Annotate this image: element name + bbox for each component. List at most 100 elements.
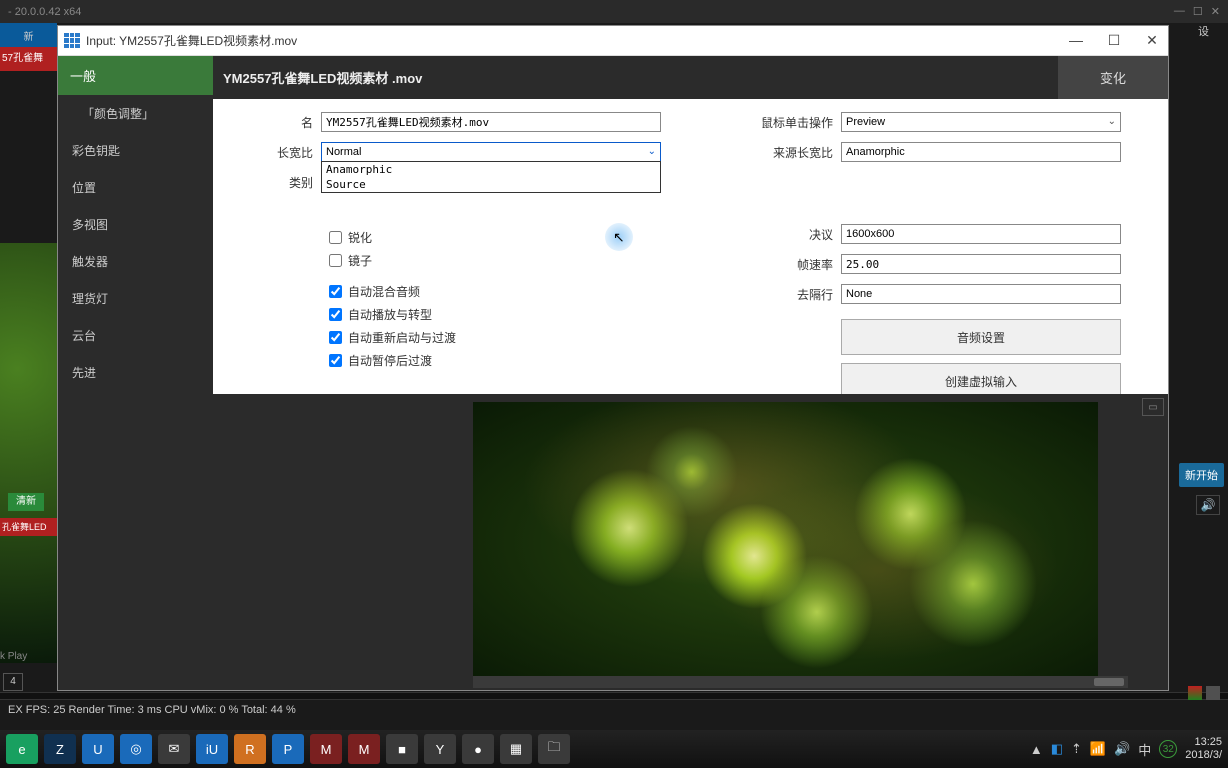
sidebar-item-tally[interactable]: 理货灯	[58, 280, 213, 317]
tray-sound-icon[interactable]: 🔊	[1114, 741, 1130, 757]
resolution-value: 1600x600	[846, 228, 894, 240]
sidebar-item-color-adjust[interactable]: 「颜色调整」	[58, 95, 213, 132]
input-dialog: Input: YM2557孔雀舞LED视频素材.mov — ☐ ✕ 一般 「颜色…	[57, 25, 1169, 691]
app-version: - 20.0.0.42 x64	[8, 6, 81, 18]
content-title: YM2557孔雀舞LED视频素材 .mov	[213, 56, 1058, 99]
source-aspect-select[interactable]: Anamorphic	[841, 142, 1121, 162]
aspect-option-source[interactable]: Source	[322, 177, 660, 192]
mirror-checkbox[interactable]	[329, 254, 342, 267]
dialog-maximize-icon[interactable]: ☐	[1104, 32, 1124, 49]
taskbar-p1-icon[interactable]: P	[272, 734, 304, 764]
mouse-select[interactable]: Preview ⌄	[841, 112, 1121, 132]
autorestart-label: 自动重新启动与过渡	[348, 329, 456, 346]
autoplay-checkbox[interactable]	[329, 308, 342, 321]
aspect-label: 长宽比	[231, 144, 321, 161]
taskbar-clock[interactable]: 13:25 2018/3/	[1185, 736, 1222, 762]
source-aspect-value: Anamorphic	[846, 146, 905, 158]
taskbar-u1-icon[interactable]: U	[82, 734, 114, 764]
autoplay-label: 自动播放与转型	[348, 306, 432, 323]
sound-icon[interactable]: 🔊	[1196, 495, 1220, 515]
mouse-value: Preview	[846, 116, 885, 128]
bg-banner1: 57孔雀舞	[0, 47, 57, 71]
taskbar-r20-icon[interactable]: R	[234, 734, 266, 764]
preview-image	[473, 402, 1098, 682]
taskbar-explorer-icon[interactable]: 🗀	[538, 734, 570, 764]
taskbar-iu-icon[interactable]: iU	[196, 734, 228, 764]
sidebar-item-multiview[interactable]: 多视图	[58, 206, 213, 243]
name-input[interactable]	[321, 112, 661, 132]
fps-input[interactable]	[841, 254, 1121, 274]
clock-date: 2018/3/	[1185, 749, 1222, 762]
dialog-close-icon[interactable]: ✕	[1142, 32, 1162, 49]
settings-tab[interactable]: 设	[1198, 23, 1228, 47]
reset-button[interactable]: 新开始	[1179, 463, 1224, 487]
clock-time: 13:25	[1185, 736, 1222, 749]
chevron-down-icon: ⌄	[648, 146, 656, 157]
sidebar-header-general[interactable]: 一般	[58, 56, 213, 95]
aspect-value: Normal	[326, 146, 361, 158]
mouse-label: 鼠标单击操作	[721, 114, 841, 131]
bg-tab[interactable]: 新	[0, 23, 57, 47]
tray-badge[interactable]: 32	[1159, 740, 1177, 758]
bg-banner2: 孔雀舞LED	[0, 518, 57, 536]
sidebar-item-triggers[interactable]: 触发器	[58, 243, 213, 280]
chevron-down-icon: ⌄	[1108, 116, 1116, 127]
tray-net-icon[interactable]: ⇡	[1071, 741, 1082, 757]
autorestart-checkbox[interactable]	[329, 331, 342, 344]
automix-checkbox[interactable]	[329, 285, 342, 298]
win-minimize-icon[interactable]: —	[1174, 5, 1185, 18]
qingxin-button[interactable]: 清新	[8, 493, 44, 511]
sharpen-checkbox[interactable]	[329, 231, 342, 244]
tray-up-icon[interactable]: ▲	[1030, 742, 1043, 757]
dialog-minimize-icon[interactable]: —	[1066, 32, 1086, 49]
resolution-select[interactable]: 1600x600	[841, 224, 1121, 244]
automix-label: 自动混合音频	[348, 283, 420, 300]
status-bar: EX FPS: 25 Render Time: 3 ms CPU vMix: 0…	[0, 700, 1228, 720]
preview-expand-icon[interactable]: ▭	[1142, 398, 1164, 416]
sidebar-item-ptz[interactable]: 云台	[58, 317, 213, 354]
taskbar-wechat-icon[interactable]: ✉	[158, 734, 190, 764]
taskbar-grid-icon[interactable]: ▦	[500, 734, 532, 764]
name-label: 名	[231, 114, 321, 131]
win-close-icon[interactable]: ✕	[1211, 5, 1220, 18]
tray-ime-icon[interactable]: 中	[1138, 740, 1151, 759]
audio-settings-button[interactable]: 音频设置	[841, 319, 1121, 355]
aspect-option-anamorphic[interactable]: Anamorphic	[322, 162, 660, 177]
footer-meter-icons	[1188, 686, 1220, 700]
sidebar-item-color-key[interactable]: 彩色钥匙	[58, 132, 213, 169]
deinterlace-label: 去隔行	[721, 286, 841, 303]
change-button[interactable]: 变化	[1058, 56, 1168, 99]
source-aspect-label: 来源长宽比	[721, 144, 841, 161]
autopause-checkbox[interactable]	[329, 354, 342, 367]
preview-container: ▭	[213, 394, 1168, 690]
win-maximize-icon[interactable]: ☐	[1193, 5, 1203, 18]
sidebar-item-position[interactable]: 位置	[58, 169, 213, 206]
taskbar-teamviewer-icon[interactable]: ◎	[120, 734, 152, 764]
deinterlace-value: None	[846, 288, 872, 300]
taskbar-edge-icon[interactable]: e	[6, 734, 38, 764]
taskbar-z-icon[interactable]: Z	[44, 734, 76, 764]
preview-scrollbar[interactable]	[473, 676, 1128, 688]
right-background-strip: 设 新开始 🔊	[1169, 23, 1228, 691]
tray-app-icon[interactable]: ◧	[1051, 741, 1063, 757]
aspect-select[interactable]: Normal ⌄ Anamorphic Source	[321, 142, 661, 162]
bottom-number-input[interactable]: 4	[3, 673, 23, 691]
dialog-titlebar[interactable]: Input: YM2557孔雀舞LED视频素材.mov — ☐ ✕	[58, 26, 1168, 56]
taskbar-ma2-icon[interactable]: M	[348, 734, 380, 764]
autopause-label: 自动暂停后过渡	[348, 352, 432, 369]
taskbar-ma1-icon[interactable]: M	[310, 734, 342, 764]
bg-thumbnail	[0, 243, 57, 663]
taskbar-rec-icon[interactable]: ●	[462, 734, 494, 764]
taskbar-yel-icon[interactable]: Y	[424, 734, 456, 764]
left-background-strip: 新 57孔雀舞 清新 孔雀舞LED k Play 4	[0, 23, 57, 691]
tray-wifi-icon[interactable]: 📶	[1090, 741, 1106, 757]
divider-bar	[0, 692, 1228, 700]
app-titlebar: - 20.0.0.42 x64 — ☐ ✕	[0, 0, 1228, 23]
category-label: 类别	[231, 174, 321, 191]
status-text: EX FPS: 25 Render Time: 3 ms CPU vMix: 0…	[8, 704, 296, 716]
form-area: 名 长宽比 Normal ⌄ Anamorphic Source	[213, 99, 1168, 690]
sidebar-item-advanced[interactable]: 先进	[58, 354, 213, 391]
taskbar-app1-icon[interactable]: ■	[386, 734, 418, 764]
deinterlace-select[interactable]: None	[841, 284, 1121, 304]
resolution-label: 决议	[721, 226, 841, 243]
